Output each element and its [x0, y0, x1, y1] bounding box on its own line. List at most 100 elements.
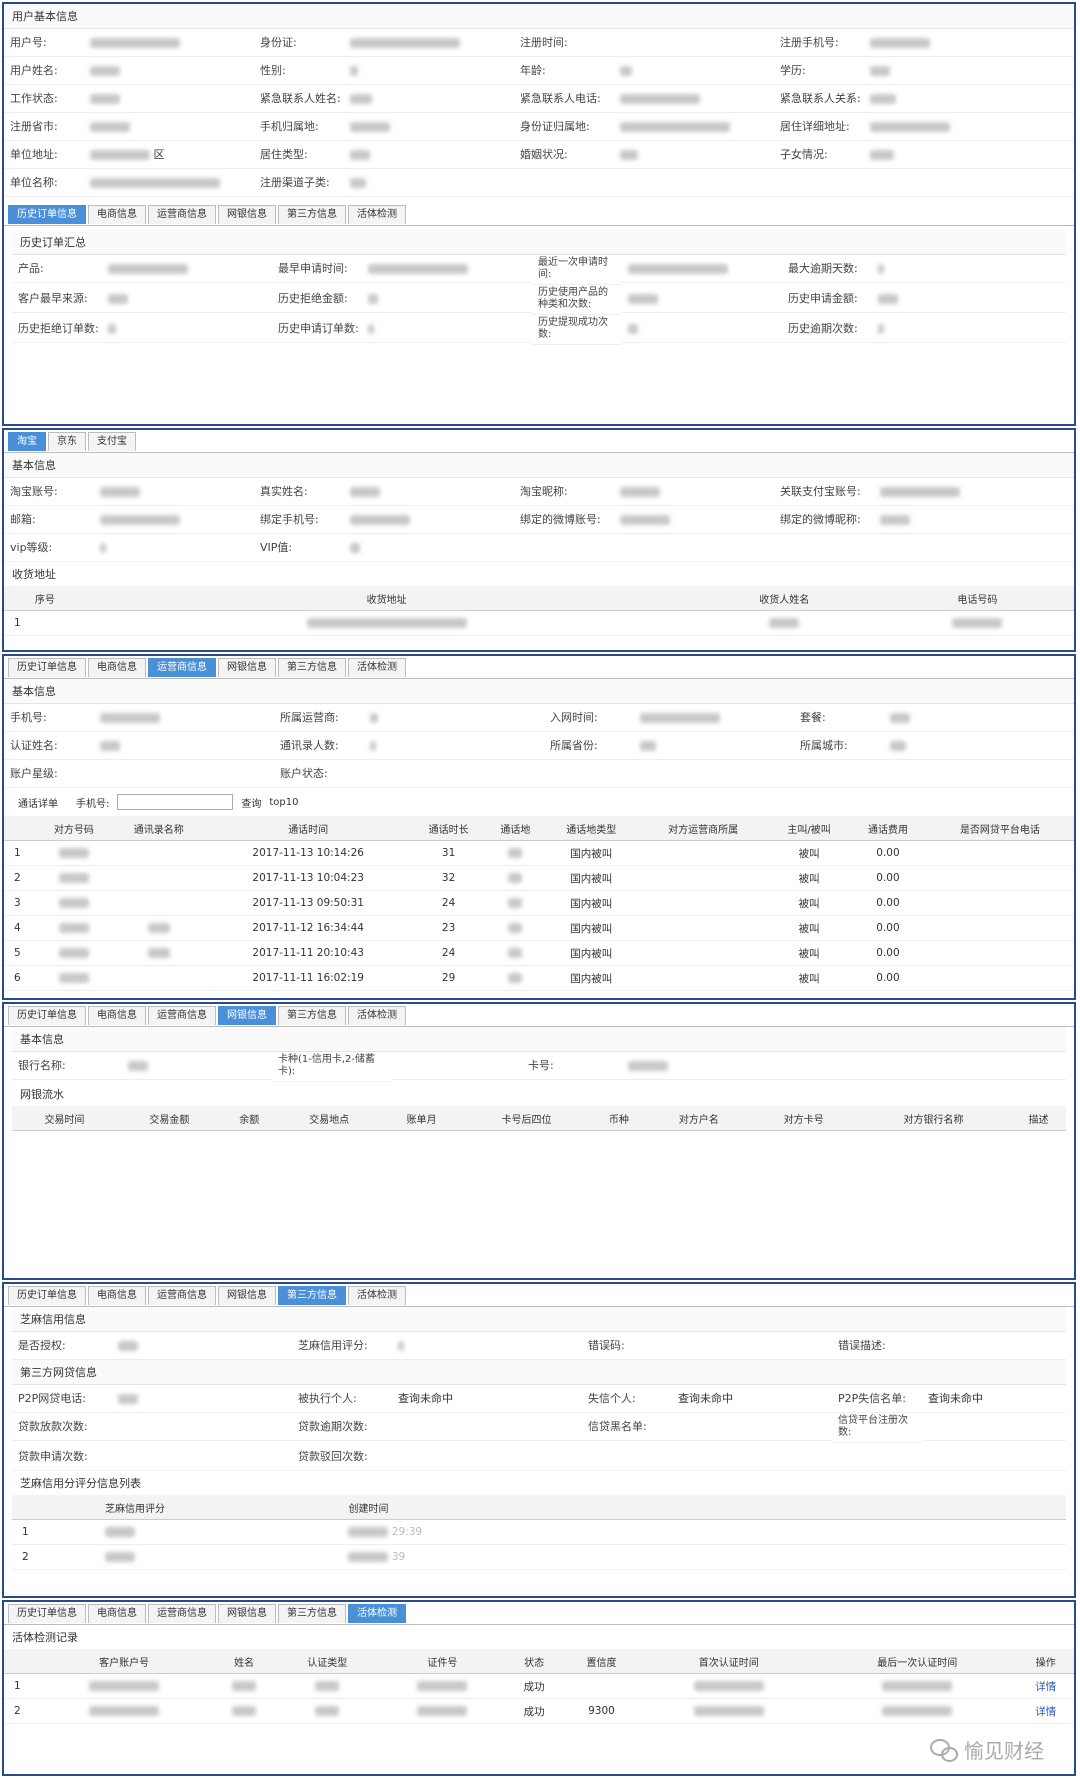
- col-header: 是否网贷平台电话: [925, 816, 1074, 841]
- tab-alipay[interactable]: 支付宝: [88, 432, 136, 451]
- tab-ecommerce[interactable]: 电商信息: [88, 1604, 146, 1623]
- call-fee: 0.00: [850, 890, 926, 916]
- score-cell: [562, 1673, 641, 1699]
- row-index: 3: [4, 890, 36, 916]
- tab-ecommerce[interactable]: 电商信息: [88, 1286, 146, 1305]
- field-value: [622, 255, 782, 283]
- call-fee: 0.00: [850, 940, 926, 966]
- tab-ecommerce[interactable]: 电商信息: [88, 205, 146, 224]
- tab-third-party[interactable]: 第三方信息: [278, 1006, 346, 1025]
- tab-bank[interactable]: 网银信息: [218, 1604, 276, 1623]
- field-value: [112, 1443, 292, 1471]
- tab-ecommerce[interactable]: 电商信息: [88, 1006, 146, 1025]
- tab-ecommerce[interactable]: 电商信息: [88, 658, 146, 677]
- field-value: [672, 1413, 832, 1441]
- tab-operator[interactable]: 运营商信息: [148, 1286, 216, 1305]
- tab-history[interactable]: 历史订单信息: [8, 1006, 86, 1025]
- tab-third-party[interactable]: 第三方信息: [278, 1604, 346, 1623]
- field-value: [102, 255, 272, 283]
- row-index: 4: [4, 915, 36, 941]
- field-label: 通讯录人数:: [274, 732, 364, 760]
- field-label: 客户最早来源:: [12, 285, 102, 313]
- tab-liveness[interactable]: 活体检测: [348, 205, 406, 224]
- field-value: [392, 1332, 582, 1360]
- phone-search-input[interactable]: [117, 794, 234, 810]
- score-list-table: 芝麻信用评分 创建时间 1 29:39 2 39: [12, 1495, 1066, 1570]
- time-suffix: 39: [391, 1551, 406, 1563]
- call-type: 国内被叫: [544, 915, 639, 941]
- tab-bank[interactable]: 网银信息: [218, 658, 276, 677]
- field-label: 所属城市:: [794, 732, 884, 760]
- field-label: 历史逾期次数:: [782, 315, 872, 343]
- tab-third-party[interactable]: 第三方信息: [278, 205, 346, 224]
- tab-bank[interactable]: 网银信息: [218, 1006, 276, 1025]
- table-row: 1 29:39: [12, 1519, 1066, 1545]
- field-value: [634, 704, 794, 732]
- tab-liveness[interactable]: 活体检测: [348, 1006, 406, 1025]
- field-label: P2P网贷电话:: [12, 1385, 112, 1413]
- tab-history[interactable]: 历史订单信息: [8, 1286, 86, 1305]
- tab-operator[interactable]: 运营商信息: [148, 658, 216, 677]
- call-type: 国内被叫: [544, 865, 639, 891]
- field-label: 关联支付宝账号:: [774, 478, 874, 506]
- empty-cell: [925, 915, 1074, 941]
- field-label: 被执行个人:: [292, 1385, 392, 1413]
- field-value: [392, 1443, 582, 1471]
- detail-link[interactable]: 详情: [1017, 1698, 1074, 1724]
- field-value: [94, 506, 254, 534]
- field-value: [672, 1332, 832, 1360]
- tab-operator[interactable]: 运营商信息: [148, 205, 216, 224]
- detail-link[interactable]: 详情: [1017, 1673, 1074, 1699]
- row-index: 2: [12, 1544, 104, 1570]
- field-label: 历史拒绝订单数:: [12, 315, 102, 343]
- bank-panel: 历史订单信息 电商信息 运营商信息 网银信息 第三方信息 活体检测 基本信息 银…: [2, 1002, 1076, 1280]
- tab-operator[interactable]: 运营商信息: [148, 1604, 216, 1623]
- liveness-title: 活体检测记录: [4, 1625, 1074, 1649]
- call-fee: 0.00: [850, 865, 926, 891]
- watermark-text: 愉见财经: [964, 1739, 1044, 1763]
- cell: [85, 610, 688, 636]
- field-value: [872, 255, 1066, 283]
- tab-liveness[interactable]: 活体检测: [348, 1286, 406, 1305]
- field-value: [344, 478, 514, 506]
- col-header: 币种: [591, 1106, 647, 1131]
- field-label: 手机归属地:: [254, 113, 344, 141]
- user-info-title: 用户基本信息: [4, 4, 1074, 29]
- tab-third-party[interactable]: 第三方信息: [278, 658, 346, 677]
- tab-liveness[interactable]: 活体检测: [348, 1604, 406, 1623]
- col-header: 通话地类型: [544, 816, 639, 841]
- tab-operator[interactable]: 运营商信息: [148, 1006, 216, 1025]
- tab-liveness[interactable]: 活体检测: [348, 658, 406, 677]
- query-button[interactable]: 查询: [241, 795, 261, 810]
- blur-cell: [36, 890, 112, 916]
- row-index: 2: [4, 1698, 36, 1724]
- blur-cell: [111, 840, 206, 866]
- field-value: 查询未命中: [922, 1385, 1066, 1413]
- tab-third-party[interactable]: 第三方信息: [278, 1286, 346, 1305]
- tab-taobao[interactable]: 淘宝: [8, 432, 46, 451]
- tab-history[interactable]: 历史订单信息: [8, 658, 86, 677]
- field-value: [614, 113, 774, 141]
- field-label: 最早申请时间:: [272, 255, 362, 283]
- field-label: 注册渠道子类:: [254, 169, 344, 197]
- field-label: 紧急联系人关系:: [774, 85, 864, 113]
- col-header: 状态: [506, 1649, 563, 1674]
- field-label: 历史拒绝金额:: [272, 285, 362, 313]
- field-value: [884, 704, 1074, 732]
- col-header: 收货地址: [85, 586, 688, 611]
- tab-bank[interactable]: 网银信息: [218, 1286, 276, 1305]
- tab-history[interactable]: 历史订单信息: [8, 205, 86, 224]
- table-row: 1 成功 详情: [4, 1673, 1074, 1699]
- col-header: 通话时长: [410, 816, 487, 841]
- empty-cell: [638, 915, 769, 941]
- bank-flow-title: 网银流水: [12, 1082, 1066, 1106]
- tab-jd[interactable]: 京东: [48, 432, 86, 451]
- tab-bank[interactable]: 网银信息: [218, 205, 276, 224]
- table-row: 1: [4, 610, 1074, 636]
- field-value: [614, 29, 774, 57]
- tab-history[interactable]: 历史订单信息: [8, 1604, 86, 1623]
- field-value: [344, 85, 514, 113]
- ecommerce-basic-title: 基本信息: [4, 453, 1074, 478]
- field-value: [84, 85, 254, 113]
- field-value: [84, 57, 254, 85]
